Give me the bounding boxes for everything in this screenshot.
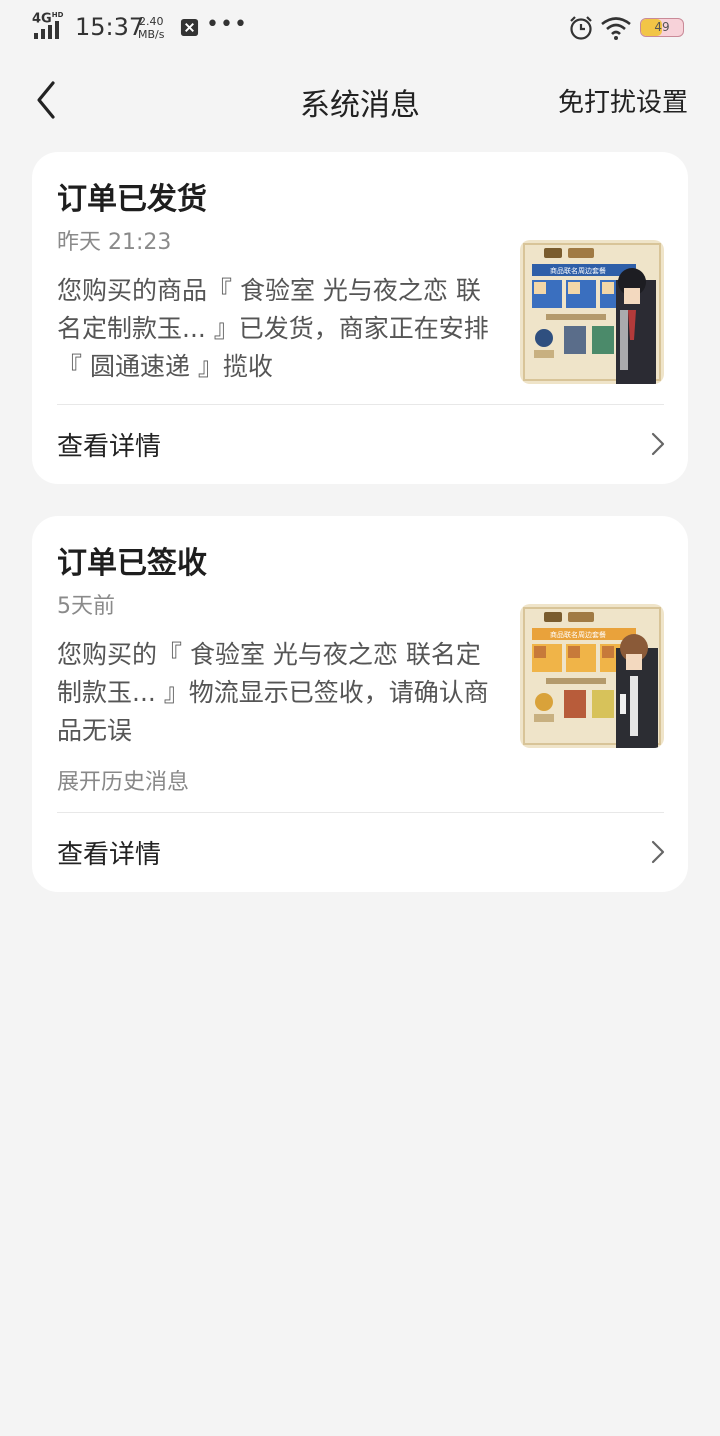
screenshot-app-icon	[180, 18, 199, 37]
view-details-button[interactable]: 查看详情	[32, 405, 688, 483]
product-thumbnail[interactable]: 商品联名周边套餐	[520, 240, 664, 384]
message-time: 5天前	[57, 594, 115, 619]
network-speed: 2.40 MB/s	[138, 15, 165, 41]
chevron-right-icon	[651, 432, 665, 456]
svg-text:商品联名周边套餐: 商品联名周边套餐	[550, 630, 606, 639]
wifi-icon	[601, 17, 631, 40]
product-thumbnail[interactable]: 商品联名周边套餐	[520, 604, 664, 748]
expand-history-link[interactable]: 展开历史消息	[57, 764, 189, 796]
battery-level: 49	[654, 20, 670, 34]
signal-icon	[34, 21, 59, 39]
view-details-label: 查看详情	[57, 840, 162, 870]
message-title: 订单已签收	[57, 546, 207, 581]
message-title: 订单已发货	[57, 182, 207, 217]
chevron-right-icon	[651, 840, 665, 864]
message-time: 昨天 21:23	[57, 230, 172, 255]
view-details-button[interactable]: 查看详情	[32, 813, 688, 891]
battery-indicator: 49	[640, 18, 684, 37]
page-header: 系统消息 免打扰设置	[0, 60, 720, 140]
status-time: 15:37	[75, 13, 145, 41]
message-card-delivered: 订单已签收 5天前 您购买的『 食验室 光与夜之恋 联名定制款玉... 』物流显…	[32, 516, 688, 892]
message-body: 您购买的商品『 食验室 光与夜之恋 联名定制款玉... 』已发货，商家正在安排『…	[57, 276, 489, 381]
view-details-label: 查看详情	[57, 432, 162, 462]
status-bar: 4GHD 15:37 2.40 MB/s ••• 49	[0, 0, 720, 56]
more-notifications-icon: •••	[206, 12, 248, 37]
alarm-icon	[570, 16, 592, 40]
message-card-shipped: 订单已发货 昨天 21:23 您购买的商品『 食验室 光与夜之恋 联名定制款玉.…	[32, 152, 688, 484]
svg-text:商品联名周边套餐: 商品联名周边套餐	[550, 266, 606, 275]
do-not-disturb-settings-button[interactable]: 免打扰设置	[558, 82, 688, 119]
message-body: 您购买的『 食验室 光与夜之恋 联名定制款玉... 』物流显示已签收，请确认商品…	[57, 640, 489, 745]
